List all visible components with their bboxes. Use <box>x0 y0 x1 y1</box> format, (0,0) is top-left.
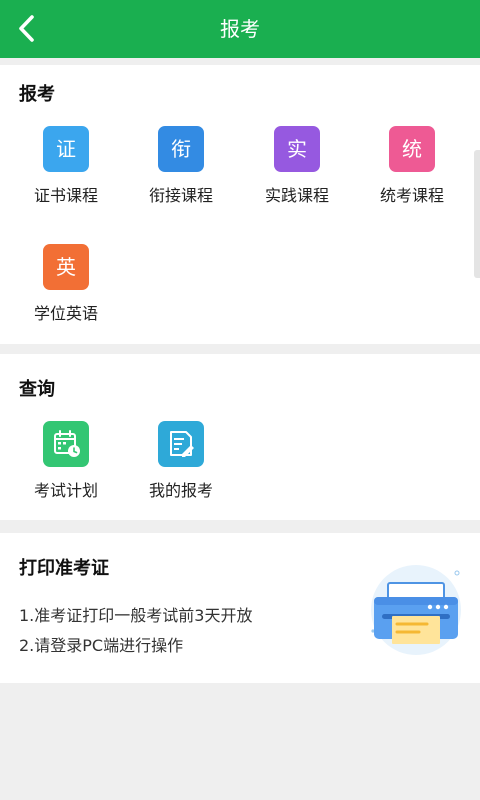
unified-exam-course-tile[interactable]: 统 统考课程 <box>357 126 467 216</box>
certificate-course-tile[interactable]: 证 证书课程 <box>11 126 121 216</box>
print-ticket-note-1: 1.准考证打印一般考试前3天开放 <box>19 606 253 625</box>
certificate-course-icon: 证 <box>43 126 89 172</box>
chevron-left-icon <box>19 15 34 42</box>
bridging-course-tile[interactable]: 衔 衔接课程 <box>126 126 236 216</box>
scroll-indicator[interactable] <box>474 150 480 278</box>
practice-course-label: 实践课程 <box>264 186 329 205</box>
unified-exam-course-icon: 统 <box>389 126 435 172</box>
page-title: 报考 <box>220 17 260 41</box>
print-ticket-section: 打印准考证 1.准考证打印一般考试前3天开放 2.请登录PC端进行操作 <box>0 533 480 683</box>
print-ticket-section-title: 打印准考证 <box>19 558 109 579</box>
top-app-bar: 报考 <box>0 0 480 58</box>
degree-english-label: 学位英语 <box>33 304 98 323</box>
certificate-course-label: 证书课程 <box>33 186 98 205</box>
printer-icon <box>371 565 461 655</box>
print-ticket-note-2: 2.请登录PC端进行操作 <box>19 636 184 655</box>
calendar-clock-icon <box>54 430 80 457</box>
exam-schedule-icon-box <box>43 421 89 467</box>
degree-english-tile[interactable]: 英 学位英语 <box>11 244 121 334</box>
my-registration-tile[interactable]: 我的报考 <box>126 421 236 511</box>
query-section: 查询 考试计划 我的报考 <box>0 354 480 520</box>
degree-english-icon: 英 <box>43 244 89 290</box>
practice-course-icon: 实 <box>274 126 320 172</box>
back-button[interactable] <box>10 9 50 49</box>
my-registration-icon-box <box>158 421 204 467</box>
registration-section-title: 报考 <box>19 84 55 105</box>
unified-exam-course-label: 统考课程 <box>379 186 444 205</box>
exam-schedule-tile[interactable]: 考试计划 <box>11 421 121 511</box>
bridging-course-icon: 衔 <box>158 126 204 172</box>
bridging-course-label: 衔接课程 <box>148 186 213 205</box>
practice-course-tile[interactable]: 实 实践课程 <box>242 126 352 216</box>
document-edit-icon <box>170 431 194 457</box>
query-section-title: 查询 <box>19 379 55 400</box>
registration-section: 报考 证 证书课程 衔 衔接课程 实 实践课程 统 统考课程 英 学位英语 <box>0 65 480 344</box>
exam-schedule-label: 考试计划 <box>33 481 98 500</box>
my-registration-label: 我的报考 <box>148 481 213 500</box>
